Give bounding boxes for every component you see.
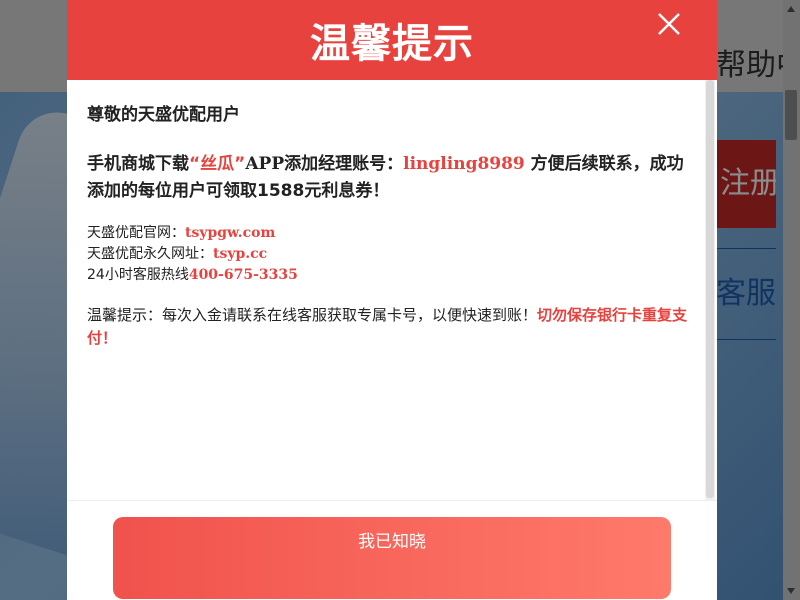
- greeting-text: 尊敬的天盛优配用户: [87, 105, 240, 125]
- acknowledge-button[interactable]: 我已知晓: [113, 517, 671, 599]
- close-icon: [658, 13, 680, 35]
- modal-scrollbar-thumb[interactable]: [706, 80, 714, 498]
- permanent-url-line: 天盛优配永久网址：tsyp.cc: [87, 244, 689, 265]
- hotline-number[interactable]: 400-675-3335: [189, 267, 298, 283]
- download-text: 手机商城下载: [87, 154, 189, 174]
- modal-title: 温馨提示: [310, 21, 474, 67]
- add-manager-text: APP添加经理账号：: [245, 154, 404, 174]
- official-site-label: 天盛优配官网：: [87, 225, 185, 241]
- deposit-tip-text: 温馨提示：每次入金请联系在线客服获取专属卡号，以便快速到账！: [87, 306, 538, 324]
- permanent-url-link[interactable]: tsyp.cc: [213, 246, 267, 262]
- close-button[interactable]: [653, 8, 685, 40]
- hotline-line: 24小时客服热线400-675-3335: [87, 265, 689, 286]
- hotline-label: 24小时客服热线: [87, 267, 189, 283]
- modal-footer: 我已知晓: [67, 500, 717, 600]
- modal-body[interactable]: 尊敬的天盛优配用户 手机商城下载“丝瓜”APP添加经理账号：lingling89…: [67, 80, 717, 500]
- modal-scrollbar[interactable]: [705, 80, 715, 500]
- deposit-tip: 温馨提示：每次入金请联系在线客服获取专属卡号，以便快速到账！切勿保存银行卡重复支…: [87, 304, 689, 350]
- download-instructions: 手机商城下载“丝瓜”APP添加经理账号：lingling8989 方便后续联系，…: [87, 151, 689, 205]
- official-site-link[interactable]: tsypgw.com: [185, 225, 275, 241]
- permanent-url-label: 天盛优配永久网址：: [87, 246, 213, 262]
- official-site-line: 天盛优配官网：tsypgw.com: [87, 223, 689, 244]
- notice-modal: 温馨提示 尊敬的天盛优配用户 手机商城下载“丝瓜”APP添加经理账号：lingl…: [67, 0, 717, 600]
- modal-header: 温馨提示: [67, 0, 717, 80]
- manager-account: lingling8989: [403, 154, 525, 174]
- app-name: “丝瓜”: [189, 154, 246, 174]
